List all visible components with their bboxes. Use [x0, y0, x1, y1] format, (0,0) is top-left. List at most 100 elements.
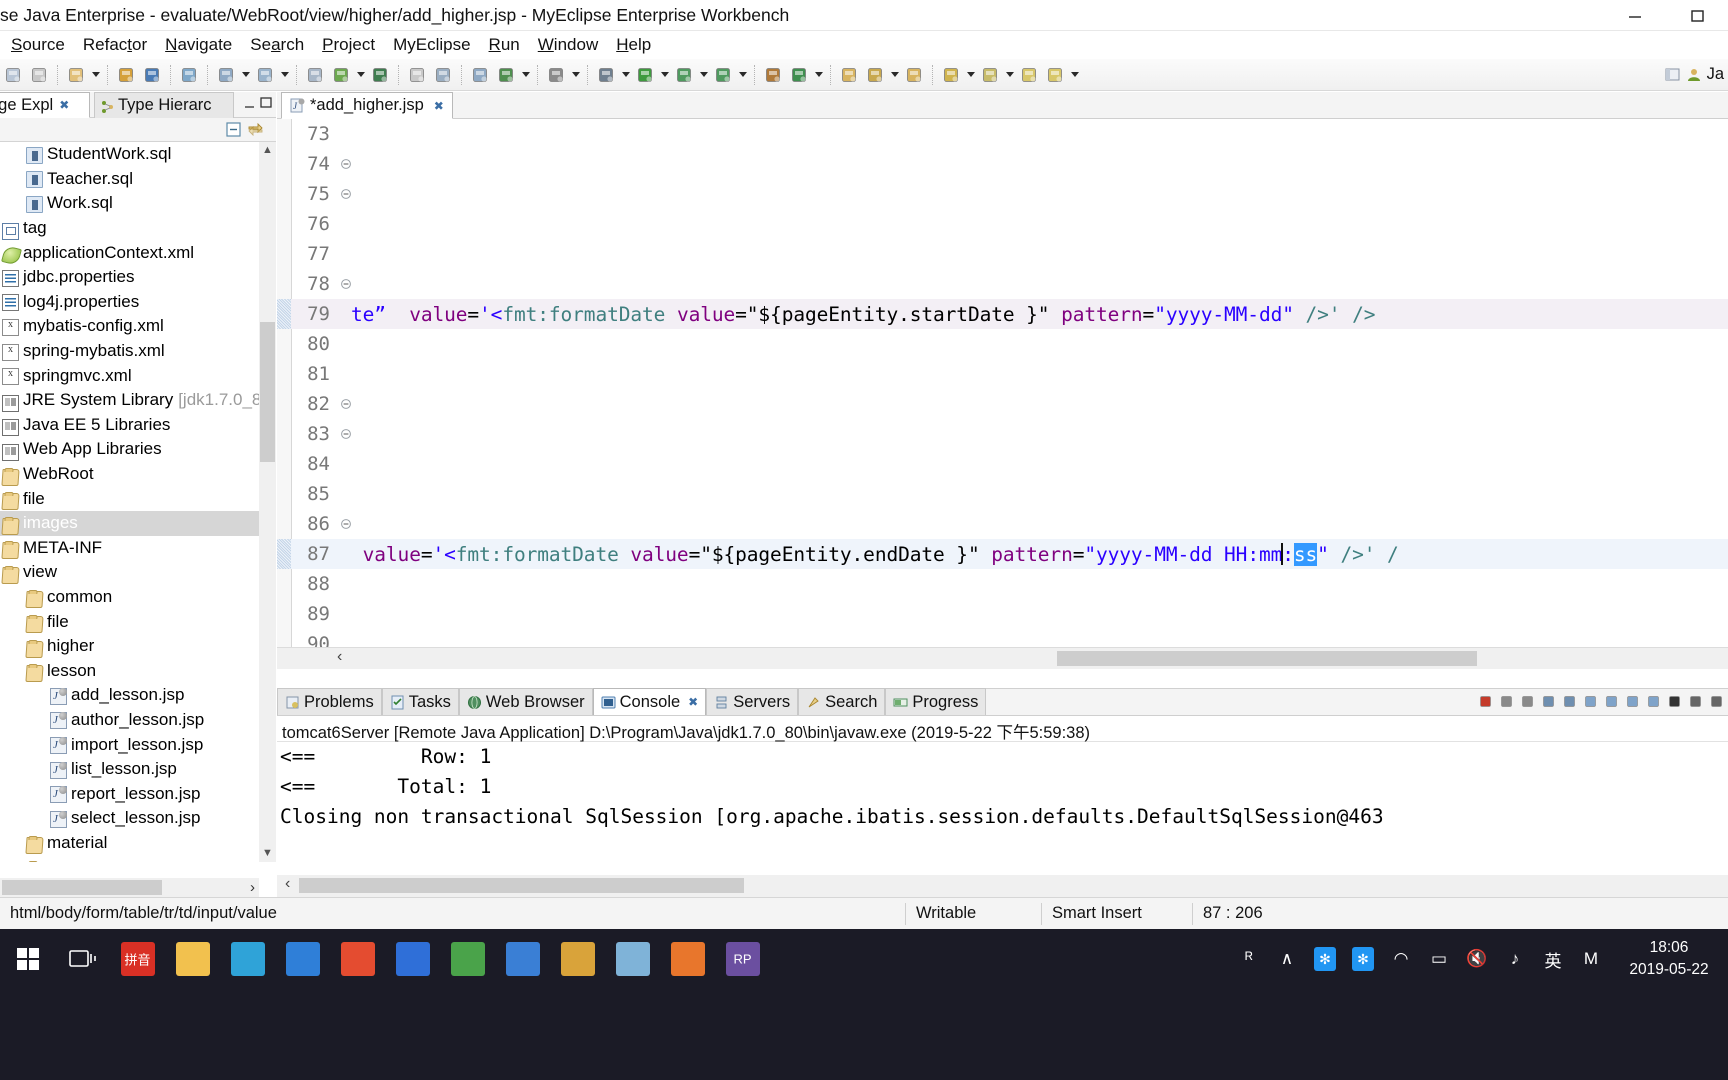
- minimize-view-icon[interactable]: [242, 95, 258, 111]
- bottom-tab-search[interactable]: Search: [798, 688, 886, 715]
- taskbar-package-icon[interactable]: [550, 929, 605, 989]
- taskbar-file-explorer-icon[interactable]: [165, 929, 220, 989]
- taskbar-task-view-icon[interactable]: [55, 929, 110, 989]
- tomcat-server-icon[interactable]: [176, 62, 202, 88]
- tree-item[interactable]: Java EE 5 Libraries: [0, 413, 259, 438]
- scroll-down-arrow[interactable]: ▼: [259, 845, 276, 862]
- db-explorer-dropdown[interactable]: [239, 62, 252, 88]
- tree-item[interactable]: select_lesson.jsp: [0, 806, 259, 831]
- menu-search[interactable]: Search: [241, 33, 313, 57]
- tree-item[interactable]: mybatis-config.xml: [0, 314, 259, 339]
- taskbar-contacts-icon[interactable]: [495, 929, 550, 989]
- menu-help[interactable]: Help: [607, 33, 660, 57]
- tray-music-icon[interactable]: ♪: [1496, 929, 1534, 989]
- tree-item[interactable]: Teacher.sql: [0, 167, 259, 192]
- scroll-left-arrow[interactable]: ‹: [285, 875, 290, 893]
- forward-history-icon[interactable]: [1042, 62, 1068, 88]
- minimize-button[interactable]: [1604, 0, 1666, 31]
- tree-item[interactable]: list_lesson.jsp: [0, 757, 259, 782]
- project-tree[interactable]: StudentWork.sql Teacher.sql Work.sql tag app…: [0, 142, 259, 862]
- debug-dropdown[interactable]: [619, 62, 632, 88]
- open-console-icon[interactable]: [1644, 691, 1663, 711]
- search-dropdown[interactable]: [888, 62, 901, 88]
- taskbar-wechat-dev-icon[interactable]: [440, 929, 495, 989]
- db-browser-icon[interactable]: [252, 62, 278, 88]
- code-line[interactable]: 80: [277, 329, 1728, 359]
- code-line[interactable]: 88: [277, 569, 1728, 599]
- scroll-left-arrow[interactable]: ‹: [337, 648, 342, 666]
- code-line[interactable]: 81: [277, 359, 1728, 389]
- tree-item[interactable]: springmvc.xml: [0, 363, 259, 388]
- bottom-tab-progress[interactable]: Progress: [885, 688, 987, 715]
- tree-item[interactable]: add_lesson.jsp: [0, 683, 259, 708]
- code-line[interactable]: 87 value='<fmt:formatDate value="${pageE…: [277, 539, 1728, 569]
- tray-onenote-icon[interactable]: M: [1572, 929, 1610, 989]
- tray-input-method-icon[interactable]: ✻: [1306, 929, 1344, 989]
- db-explorer-icon[interactable]: [213, 62, 239, 88]
- new-class-dropdown[interactable]: [812, 62, 825, 88]
- tree-item[interactable]: images: [0, 510, 259, 536]
- run-config-dropdown[interactable]: [736, 62, 749, 88]
- tray-show-hidden-icons-icon[interactable]: ∧: [1268, 929, 1306, 989]
- collapse-all-icon[interactable]: [225, 121, 242, 143]
- tree-item[interactable]: StudentWork.sql: [0, 142, 259, 167]
- editor-horizontal-scrollbar[interactable]: ‹: [277, 647, 1728, 669]
- tab-type-hierarchy[interactable]: Type Hierarc: [94, 92, 234, 118]
- close-icon[interactable]: ✖: [59, 98, 69, 112]
- menu-window[interactable]: Window: [529, 33, 607, 57]
- bottom-tab-problems[interactable]: Problems: [277, 688, 382, 715]
- taskbar-git-icon[interactable]: [330, 929, 385, 989]
- console-dropdown-icon[interactable]: [1665, 691, 1684, 711]
- code-line[interactable]: 79 te” value='<fmt:formatDate value="${pa…: [277, 299, 1728, 329]
- tree-item[interactable]: Work.sql: [0, 191, 259, 216]
- taskbar-edge-browser-icon[interactable]: [220, 929, 275, 989]
- code-line[interactable]: 73: [277, 119, 1728, 149]
- tray-language-indicator[interactable]: 英: [1534, 929, 1572, 989]
- tree-item[interactable]: WebRoot: [0, 462, 259, 487]
- new-java-package-icon[interactable]: [760, 62, 786, 88]
- uml-icon[interactable]: [302, 62, 328, 88]
- taskbar-sogou-pinyin-icon[interactable]: 拼音: [110, 929, 165, 989]
- tree-hscroll-thumb[interactable]: [2, 880, 162, 895]
- new-wizard-dropdown[interactable]: [89, 62, 102, 88]
- code-line[interactable]: 77: [277, 239, 1728, 269]
- tree-item[interactable]: file: [0, 609, 259, 634]
- thumbs-up-icon[interactable]: [404, 62, 430, 88]
- tree-item[interactable]: author_lesson.jsp: [0, 708, 259, 733]
- fold-collapse-icon[interactable]: [340, 398, 352, 410]
- word-wrap-icon[interactable]: [1560, 691, 1579, 711]
- taskbar-screenshot-tool-icon[interactable]: [275, 929, 330, 989]
- next-annotation-icon[interactable]: [938, 62, 964, 88]
- taskbar-wps-writer-icon[interactable]: [385, 929, 440, 989]
- menu-navigate[interactable]: Navigate: [156, 33, 241, 57]
- taskbar-wechat-icon[interactable]: [660, 929, 715, 989]
- run-server-icon[interactable]: [328, 62, 354, 88]
- tree-horizontal-scrollbar[interactable]: ›: [0, 878, 259, 897]
- tray-battery-icon[interactable]: ▭: [1420, 929, 1458, 989]
- previous-annotation-dropdown[interactable]: [1003, 62, 1016, 88]
- tree-item[interactable]: applicationContext.xml: [0, 240, 259, 267]
- next-annotation-dropdown[interactable]: [964, 62, 977, 88]
- tree-item[interactable]: META-INF: [0, 536, 259, 561]
- back-history-icon[interactable]: [1016, 62, 1042, 88]
- maximize-view-icon[interactable]: [258, 95, 274, 111]
- perspective-switcher[interactable]: Ja: [1665, 65, 1728, 84]
- maximize-panel-icon[interactable]: [1707, 691, 1726, 711]
- close-icon[interactable]: ✖: [434, 99, 444, 113]
- code-line[interactable]: 86: [277, 509, 1728, 539]
- maximize-button[interactable]: [1666, 0, 1728, 31]
- tree-item[interactable]: common: [0, 585, 259, 610]
- tree-item[interactable]: spring-mybatis.xml: [0, 339, 259, 364]
- menu-myeclipse[interactable]: MyEclipse: [384, 33, 479, 57]
- new-class-icon[interactable]: [786, 62, 812, 88]
- fold-collapse-icon[interactable]: [340, 428, 352, 440]
- editor-hscroll-thumb[interactable]: [1057, 651, 1477, 666]
- search-pencil-icon[interactable]: [862, 62, 888, 88]
- tree-item[interactable]: import_lesson.jsp: [0, 732, 259, 757]
- code-line[interactable]: 74: [277, 149, 1728, 179]
- menu-source[interactable]: Source: [2, 33, 74, 57]
- scroll-up-arrow[interactable]: ▲: [259, 142, 276, 159]
- tree-vertical-scrollbar[interactable]: ▲ ▼: [259, 142, 276, 862]
- terminate-icon[interactable]: [1476, 691, 1495, 711]
- code-line[interactable]: 75: [277, 179, 1728, 209]
